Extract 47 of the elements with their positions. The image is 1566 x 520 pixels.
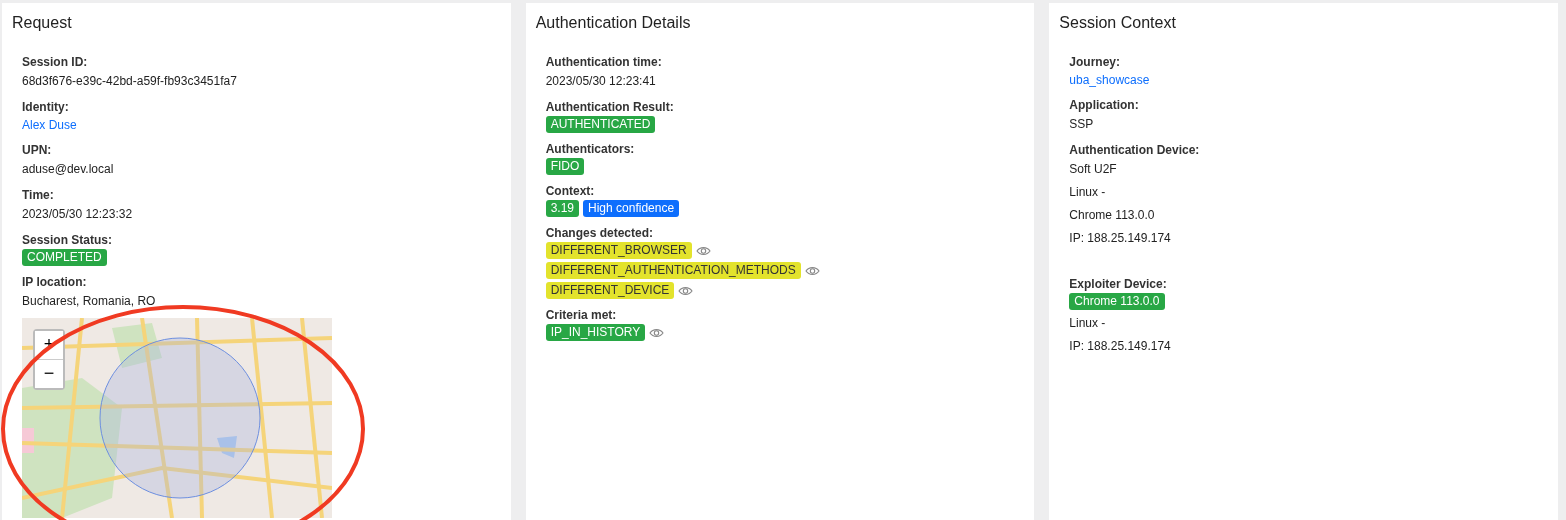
field-label: Time: [22,187,55,204]
field-label: Criteria met: [545,307,618,324]
status-tag: High confidence [583,200,680,217]
field-value: Linux - [1069,184,1107,201]
card-title: Session Context [1059,13,1177,33]
field-value: Linux - [1069,315,1107,332]
eye-icon[interactable] [678,285,694,296]
field-label: Session Status: [22,232,114,249]
field-value: SSP [1069,116,1095,133]
field-label: Identity: [22,99,70,116]
status-tag: COMPLETED [22,249,107,266]
eye-icon[interactable] [804,265,820,276]
status-tag: IP_IN_HISTORY [545,324,646,341]
field-value: IP: 188.25.149.174 [1069,338,1172,355]
field-label: Authentication Device: [1069,142,1201,159]
field-link[interactable]: uba_showcase [1069,71,1150,89]
field-label: Authentication time: [545,54,663,71]
field-value: Chrome 113.0.0 [1069,207,1156,224]
status-tag: AUTHENTICATED [545,116,656,133]
status-tag: Chrome 113.0.0 [1069,293,1165,310]
field-label: Session ID: [22,54,89,71]
field-label: Context: [545,183,596,200]
field-link[interactable]: Alex Duse [22,116,77,134]
eye-icon[interactable] [649,327,665,338]
status-tag: DIFFERENT_DEVICE [545,282,675,299]
field-label: Authenticators: [545,141,636,158]
field-label: Changes detected: [545,225,655,242]
eye-icon[interactable] [695,245,711,256]
field-label: Application: [1069,97,1140,114]
field-value: 2023/05/30 12:23:32 [22,206,134,223]
card-title: Request [12,13,73,33]
status-tag: 3.19 [545,200,580,217]
field-value: Bucharest, Romania, RO [22,293,157,310]
field-value: Soft U2F [1069,161,1118,178]
field-label: Journey: [1069,54,1122,71]
card-title: Authentication Details [535,13,692,33]
field-label: UPN: [22,142,53,159]
field-value: aduse@dev.local [22,161,115,178]
field-value: 68d3f676-e39c-42bd-a59f-fb93c3451fa7 [22,73,238,90]
field-value: IP: 188.25.149.174 [1069,230,1172,247]
field-label: Authentication Result: [545,99,675,116]
field-label: Exploiter Device: [1069,276,1168,293]
field-label: IP location: [22,274,88,291]
status-tag: DIFFERENT_AUTHENTICATION_METHODS [545,262,801,279]
status-tag: DIFFERENT_BROWSER [545,242,692,259]
status-tag: FIDO [545,158,585,175]
field-value: 2023/05/30 12:23:41 [545,73,657,90]
